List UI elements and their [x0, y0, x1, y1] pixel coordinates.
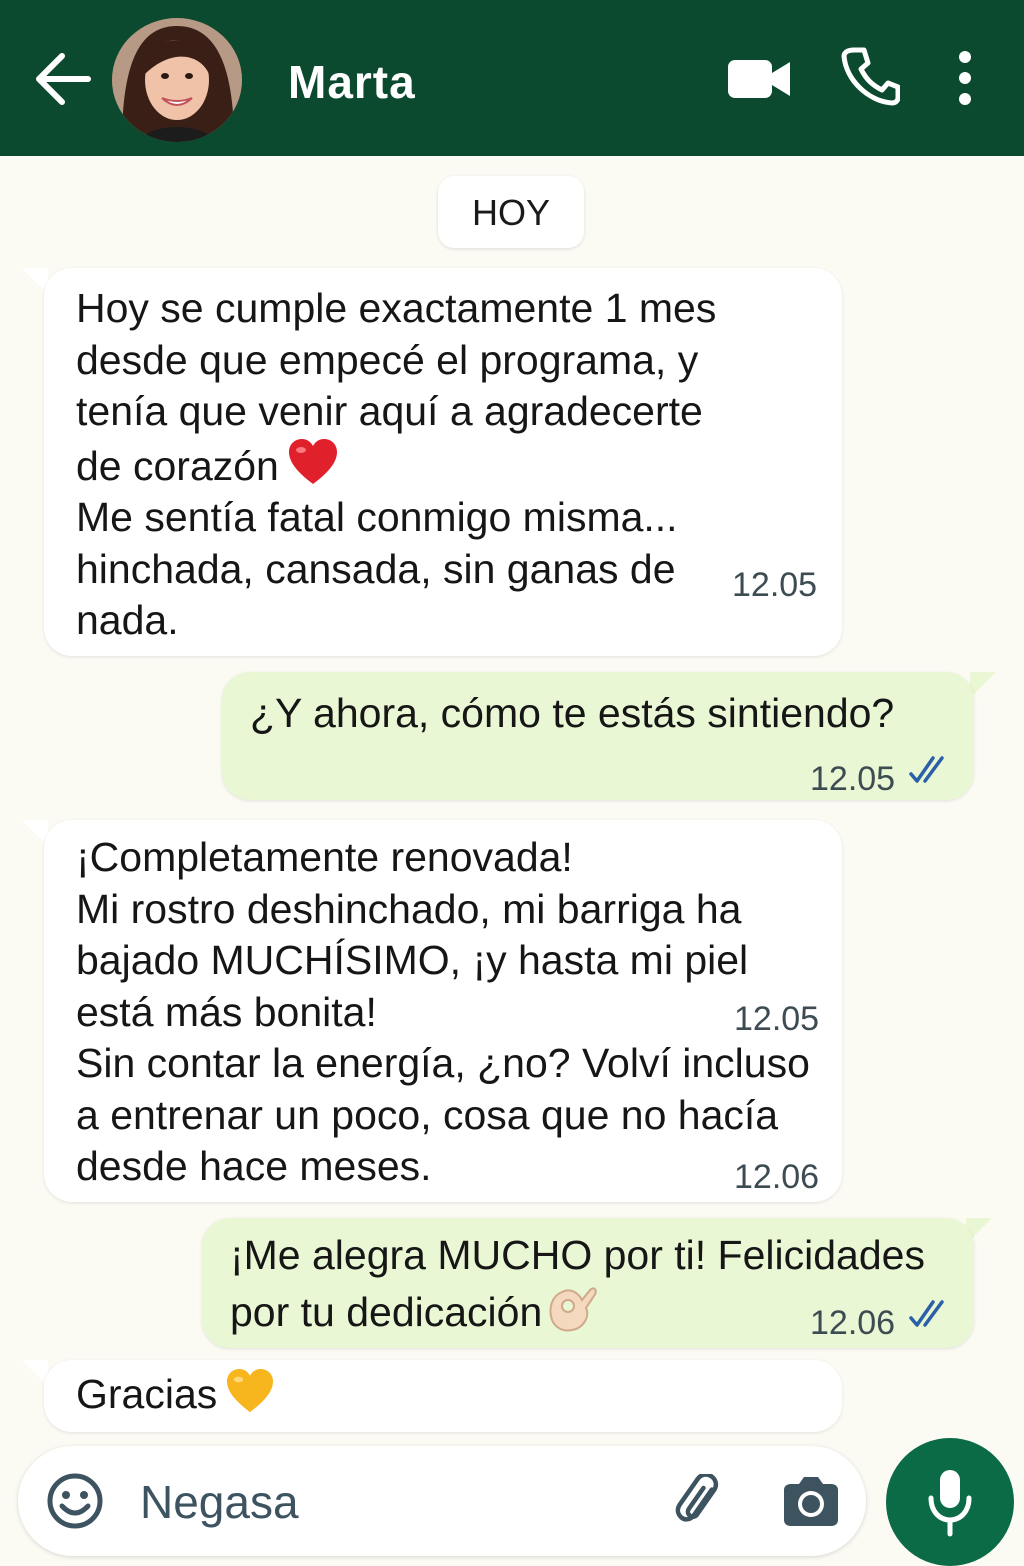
message-text-line: ¡Me alegra MUCHO por ti! Felicidades: [230, 1232, 925, 1278]
message-text-line: está más bonita!: [76, 988, 377, 1035]
paperclip-icon[interactable]: [670, 1474, 728, 1532]
message-timestamp: 12.05: [734, 1000, 820, 1038]
red-heart-emoji: [288, 438, 337, 484]
microphone-icon: [928, 1470, 972, 1537]
message-text-line: Me sentía fatal conmigo misma...: [76, 494, 678, 540]
message-text-line: Mi rostro deshinchado, mi barriga ha: [76, 885, 742, 932]
message-text: de corazón: [76, 442, 279, 489]
date-separator: HOY: [438, 176, 584, 248]
contact-name[interactable]: Marta: [288, 52, 416, 112]
avatar[interactable]: [112, 18, 242, 142]
ok-hand-emoji: [549, 1286, 597, 1331]
phone-icon[interactable]: [840, 46, 900, 106]
message-text-line: ¡Completamente renovada!: [76, 834, 573, 880]
yellow-heart-emoji: [227, 1368, 274, 1413]
message-bubble-outgoing[interactable]: ¡Me alegra MUCHO por ti! Felicidades por…: [202, 1218, 974, 1348]
chat-header: Marta: [0, 0, 1024, 156]
read-receipt-icon: [909, 1300, 944, 1327]
message-text-line: nada.: [76, 597, 179, 643]
message-text: Gracias: [76, 1371, 218, 1417]
message-text-line: Sin contar la energía, ¿no? Volví inclus…: [76, 1040, 810, 1086]
message-text-line: tenía que venir aquí a agradecerte: [76, 388, 703, 434]
message-text-line: ¿Y ahora, cómo te estás sintiendo?: [250, 690, 895, 736]
message-bubble-incoming[interactable]: ¡Completamente renovada! Mi rostro deshi…: [44, 820, 842, 1202]
more-vertical-icon[interactable]: [950, 50, 980, 106]
message-text-line: Hoy se cumple exactamente 1 mes: [76, 285, 717, 331]
microphone-button[interactable]: [886, 1438, 1014, 1566]
message-text-line: bajado MUCHÍSIMO, ¡y hasta mi piel: [76, 937, 749, 983]
message-text: por tu dedicación: [230, 1288, 543, 1335]
message-text-line: Gracias: [76, 1368, 275, 1421]
message-text-line: desde hace meses.: [76, 1143, 432, 1189]
video-camera-icon[interactable]: [726, 56, 792, 102]
message-text-line: desde que empecé el programa, y: [76, 336, 699, 383]
message-bubble-outgoing[interactable]: ¿Y ahora, cómo te estás sintiendo? 12.05: [222, 672, 974, 800]
message-timestamp: 12.05: [732, 566, 818, 604]
message-timestamp: 12.06: [810, 1304, 896, 1342]
message-text-line: hinchada, cansada, sin ganas de: [76, 545, 676, 592]
arrow-left-icon[interactable]: [32, 48, 94, 110]
message-text-line: a entrenar un poco, cosa que no hacía: [76, 1091, 779, 1138]
message-bubble-incoming[interactable]: Hoy se cumple exactamente 1 mes desde qu…: [44, 268, 842, 656]
message-input-placeholder[interactable]: Negasa: [140, 1474, 299, 1530]
message-text-line: de corazón: [76, 438, 716, 493]
message-timestamp: 12.05: [810, 760, 896, 798]
smiley-icon[interactable]: [46, 1472, 104, 1530]
camera-icon[interactable]: [780, 1474, 842, 1530]
bubble-tail: [970, 672, 996, 698]
message-bubble-incoming[interactable]: Gracias: [44, 1360, 842, 1432]
read-receipt-icon: [909, 756, 944, 783]
message-timestamp: 12.06: [734, 1158, 820, 1196]
